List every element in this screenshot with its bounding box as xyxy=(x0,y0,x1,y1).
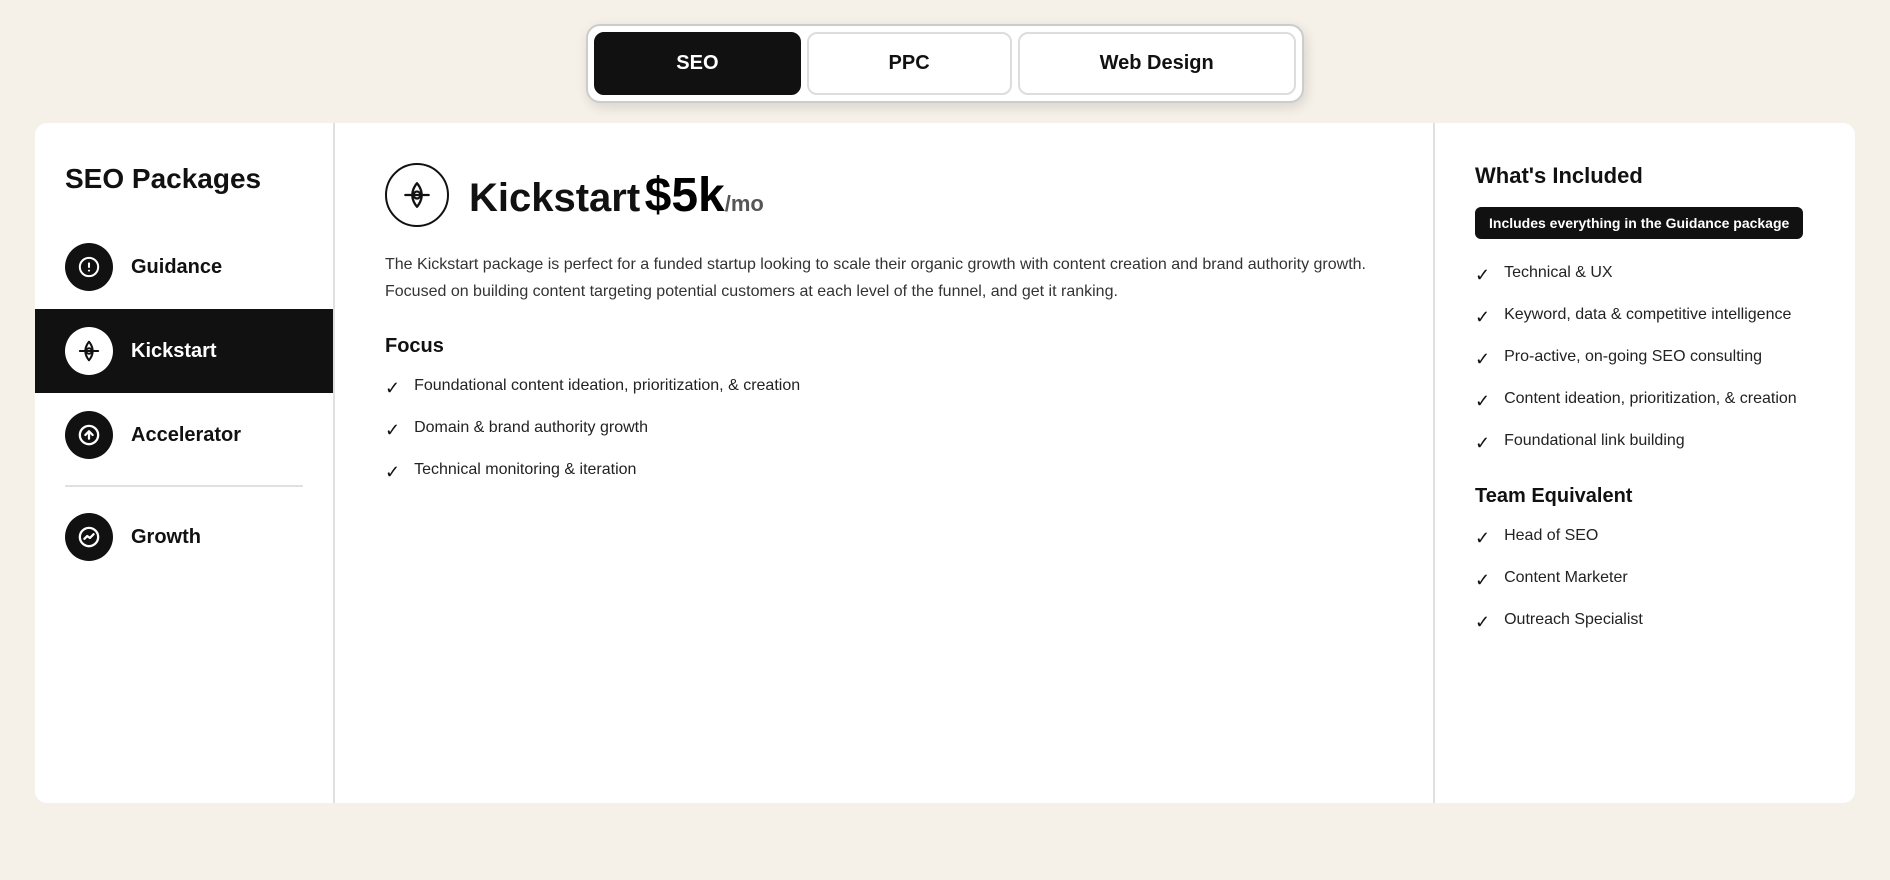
included-item-4: ✓ Content ideation, prioritization, & cr… xyxy=(1475,387,1815,415)
team-check-3: ✓ xyxy=(1475,609,1490,636)
sidebar-item-guidance[interactable]: Guidance xyxy=(35,225,333,309)
included-item-2: ✓ Keyword, data & competitive intelligen… xyxy=(1475,303,1815,331)
sidebar-label-accelerator: Accelerator xyxy=(131,424,241,447)
included-check-5: ✓ xyxy=(1475,430,1490,457)
right-panel: What's Included Includes everything in t… xyxy=(1435,123,1855,803)
sidebar-title: SEO Packages xyxy=(35,163,333,225)
tab-web-design[interactable]: Web Design xyxy=(1018,32,1296,95)
main-content: SEO Packages Guidance Kickstar xyxy=(35,123,1855,803)
team-item-1-text: Head of SEO xyxy=(1504,524,1598,548)
included-item-5: ✓ Foundational link building xyxy=(1475,429,1815,457)
package-name: Kickstart xyxy=(469,176,640,220)
included-item-2-text: Keyword, data & competitive intelligence xyxy=(1504,303,1791,327)
whats-included-list: ✓ Technical & UX ✓ Keyword, data & compe… xyxy=(1475,261,1815,457)
team-check-2: ✓ xyxy=(1475,567,1490,594)
included-item-4-text: Content ideation, prioritization, & crea… xyxy=(1504,387,1797,411)
whats-included-title: What's Included xyxy=(1475,163,1815,189)
sidebar-divider xyxy=(65,485,303,487)
package-description: The Kickstart package is perfect for a f… xyxy=(385,251,1383,305)
sidebar-item-growth[interactable]: Growth xyxy=(35,495,333,579)
included-check-2: ✓ xyxy=(1475,304,1490,331)
package-header: Kickstart $5k/mo xyxy=(385,163,1383,227)
focus-list: ✓ Foundational content ideation, priorit… xyxy=(385,374,1383,486)
accelerator-icon-circle xyxy=(65,411,113,459)
sidebar-item-kickstart[interactable]: Kickstart xyxy=(35,309,333,393)
included-check-1: ✓ xyxy=(1475,262,1490,289)
package-icon xyxy=(385,163,449,227)
center-content: Kickstart $5k/mo The Kickstart package i… xyxy=(335,123,1435,803)
team-item-1: ✓ Head of SEO xyxy=(1475,524,1815,552)
team-item-3-text: Outreach Specialist xyxy=(1504,608,1643,632)
included-item-1-text: Technical & UX xyxy=(1504,261,1613,285)
sidebar-item-accelerator[interactable]: Accelerator xyxy=(35,393,333,477)
tab-ppc[interactable]: PPC xyxy=(807,32,1012,95)
team-item-2-text: Content Marketer xyxy=(1504,566,1628,590)
includes-badge: Includes everything in the Guidance pack… xyxy=(1475,207,1803,239)
team-item-3: ✓ Outreach Specialist xyxy=(1475,608,1815,636)
check-icon-1: ✓ xyxy=(385,375,400,402)
focus-item-2-text: Domain & brand authority growth xyxy=(414,416,648,440)
team-equivalent-list: ✓ Head of SEO ✓ Content Marketer ✓ Outre… xyxy=(1475,524,1815,636)
team-item-2: ✓ Content Marketer xyxy=(1475,566,1815,594)
guidance-icon-circle xyxy=(65,243,113,291)
focus-item-1: ✓ Foundational content ideation, priorit… xyxy=(385,374,1383,402)
included-check-3: ✓ xyxy=(1475,346,1490,373)
tab-bar-wrapper: SEO PPC Web Design xyxy=(0,0,1890,123)
included-check-4: ✓ xyxy=(1475,388,1490,415)
team-equivalent-title: Team Equivalent xyxy=(1475,485,1815,508)
check-icon-2: ✓ xyxy=(385,417,400,444)
kickstart-icon-circle xyxy=(65,327,113,375)
team-check-1: ✓ xyxy=(1475,525,1490,552)
sidebar: SEO Packages Guidance Kickstar xyxy=(35,123,335,803)
focus-item-2: ✓ Domain & brand authority growth xyxy=(385,416,1383,444)
included-item-3-text: Pro-active, on-going SEO consulting xyxy=(1504,345,1762,369)
package-title-group: Kickstart $5k/mo xyxy=(469,168,764,223)
growth-icon-circle xyxy=(65,513,113,561)
sidebar-label-kickstart: Kickstart xyxy=(131,340,217,363)
package-price-unit: /mo xyxy=(725,191,764,216)
included-item-3: ✓ Pro-active, on-going SEO consulting xyxy=(1475,345,1815,373)
tab-bar: SEO PPC Web Design xyxy=(586,24,1303,103)
focus-item-1-text: Foundational content ideation, prioritiz… xyxy=(414,374,800,398)
focus-label: Focus xyxy=(385,335,1383,358)
sidebar-label-growth: Growth xyxy=(131,526,201,549)
included-item-1: ✓ Technical & UX xyxy=(1475,261,1815,289)
sidebar-label-guidance: Guidance xyxy=(131,256,222,279)
focus-item-3-text: Technical monitoring & iteration xyxy=(414,458,636,482)
tab-seo[interactable]: SEO xyxy=(594,32,800,95)
focus-item-3: ✓ Technical monitoring & iteration xyxy=(385,458,1383,486)
check-icon-3: ✓ xyxy=(385,459,400,486)
package-price: $5k xyxy=(645,169,725,222)
included-item-5-text: Foundational link building xyxy=(1504,429,1685,453)
